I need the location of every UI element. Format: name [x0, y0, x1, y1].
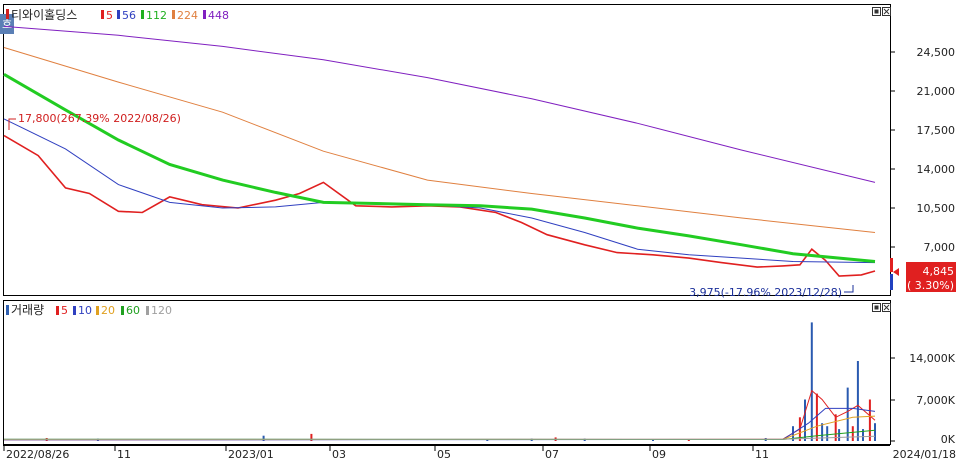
x-tick-label: 09	[652, 448, 666, 461]
price-level-bar	[890, 258, 893, 272]
legend-marker-icon	[172, 10, 175, 19]
legend-item: 60	[126, 304, 140, 317]
legend-marker-icon	[56, 306, 59, 315]
legend-item: 448	[208, 9, 229, 22]
y-tick-label: 0K	[941, 433, 956, 446]
volume-bar	[262, 435, 265, 441]
low-annotation-group: 3,975(-17.96% 2023/12/28)	[689, 285, 854, 299]
volume-bar	[815, 393, 818, 441]
legend-marker-icon	[121, 306, 124, 315]
legend-item: 20	[101, 304, 115, 317]
legend-item: 112	[146, 9, 167, 22]
maximize-icon-inner	[874, 305, 879, 310]
x-tick-label: 05	[437, 448, 451, 461]
volume-bar	[834, 414, 837, 441]
stock-chart-window: 호 티와이홀딩스 5 56 112 224 448 거래량 5 10 20 60…	[0, 4, 956, 461]
volume-panel-frame	[3, 300, 891, 445]
y-tick-label: 21,000	[917, 85, 956, 98]
legend-item: 티와이홀딩스	[11, 8, 77, 22]
x-axis: 2022/08/26 11 2023/01 03 05 07 09 11 202…	[3, 445, 956, 461]
legend-item: 56	[122, 9, 136, 22]
legend-marker-icon	[146, 306, 149, 315]
volume-bar	[851, 426, 854, 441]
legend-item: 120	[151, 304, 172, 317]
x-tick-label: 2024/01/18	[893, 448, 956, 461]
x-tick-label: 2023/01	[228, 448, 274, 461]
legend-item: 5	[61, 304, 68, 317]
current-price-box: 4,845 ( 3.30%)	[890, 258, 956, 292]
x-tick-label: 07	[545, 448, 559, 461]
current-change: ( 3.30%)	[907, 279, 954, 292]
volume-bar	[826, 426, 829, 441]
legend-item: 거래량	[11, 303, 44, 317]
x-tick-label: 2022/08/26	[6, 448, 69, 461]
volume-bar	[856, 361, 859, 441]
legend-marker-icon	[117, 10, 120, 19]
legend-marker-icon	[6, 9, 9, 19]
y-tick-label: 17,500	[917, 124, 956, 137]
x-tick-label: 03	[332, 448, 346, 461]
maximize-icon-inner	[874, 9, 879, 14]
legend-marker-icon	[96, 306, 99, 315]
current-price: 4,845	[923, 265, 955, 278]
volume-bar	[874, 423, 876, 441]
y-tick-label: 24,500	[917, 46, 956, 59]
legend-marker-icon	[101, 10, 104, 19]
legend-marker-icon	[203, 10, 206, 19]
volume-bar	[838, 429, 841, 441]
current-price-marker-icon	[893, 268, 899, 276]
low-annotation: 3,975(-17.96% 2023/12/28)	[689, 286, 842, 299]
volume-y-axis: 14,000K 7,000K 0K	[891, 352, 956, 446]
price-level-bar-low	[890, 274, 893, 290]
legend-item: 10	[78, 304, 92, 317]
y-tick-label: 14,000	[917, 163, 956, 176]
price-y-axis: 24,500 21,000 17,500 14,000 10,500 7,000	[891, 46, 955, 254]
legend-marker-icon	[141, 10, 144, 19]
volume-bar	[810, 322, 813, 441]
y-tick-label: 7,000	[924, 241, 956, 254]
volume-bar	[804, 399, 806, 441]
y-tick-label: 10,500	[917, 202, 956, 215]
x-tick-label: 11	[117, 448, 131, 461]
x-tick-label: 11	[755, 448, 769, 461]
legend-item: 5	[106, 9, 113, 22]
y-tick-label: 14,000K	[909, 352, 955, 365]
y-tick-label: 7,000K	[916, 394, 955, 407]
legend-marker-icon	[6, 305, 9, 315]
legend-item: 224	[177, 9, 198, 22]
legend-marker-icon	[73, 306, 76, 315]
high-annotation: 17,800(267.39% 2022/08/26)	[18, 112, 181, 125]
volume-bar	[868, 399, 871, 441]
